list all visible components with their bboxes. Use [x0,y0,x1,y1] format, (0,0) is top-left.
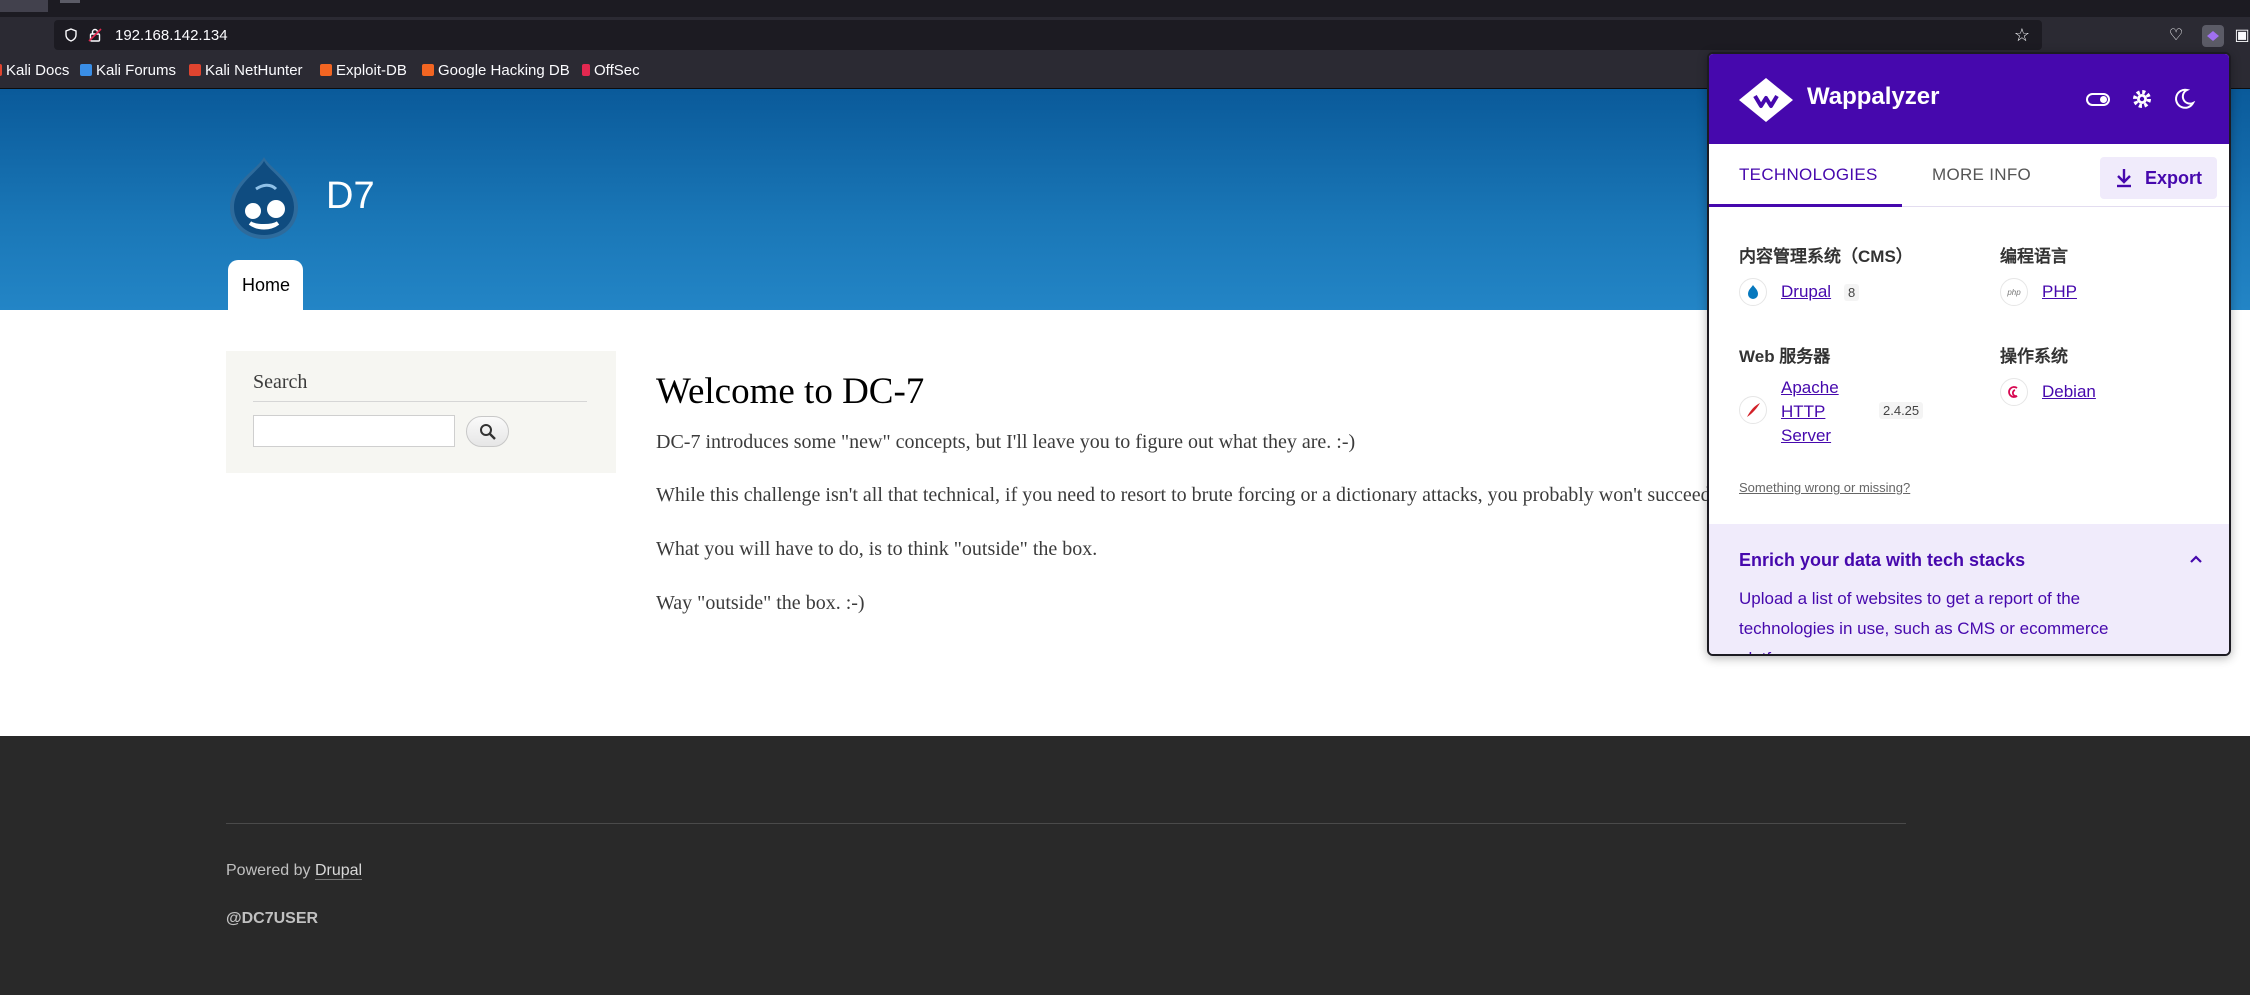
search-block-title: Search [253,371,308,393]
bookmark-star-icon[interactable]: ☆ [2014,26,2030,44]
navigation-toolbar: 192.168.142.134 ☆ ♡ ▣ [0,17,2250,54]
exploit-db-favicon [320,64,332,76]
insecure-lock-icon[interactable] [88,28,102,42]
export-button[interactable]: Export [2100,157,2217,199]
tech-apache-name[interactable]: HTTP [1781,400,1825,424]
toggle-icon[interactable] [2085,86,2111,112]
tab-technologies[interactable]: TECHNOLOGIES [1709,144,1902,207]
tech-apache-version: 2.4.25 [1879,402,1924,419]
download-icon [2117,169,2131,188]
enrich-title[interactable]: Enrich your data with tech stacks [1739,550,2025,571]
tech-drupal-version: 8 [1844,284,1860,301]
shield-icon[interactable] [64,28,78,42]
ghdb-favicon [422,64,434,76]
site-footer: Powered by Drupal @DC7USER [0,736,2250,995]
pocket-icon[interactable]: ♡ [2165,25,2187,47]
category-os-title: 操作系统 [2000,347,2068,366]
search-block: Search [226,351,616,473]
bookmark-label: Kali Forums [96,62,177,79]
bookmark-kali-forums[interactable]: Kali Forums [80,62,176,79]
bookmark-google-hacking-db[interactable]: Google Hacking DB [422,62,570,79]
wappalyzer-logo-icon [1739,78,1793,122]
debian-swirl-icon [2000,378,2028,406]
footer-user-handle: @DC7USER [226,910,319,927]
page-title: Welcome to DC-7 [656,371,925,412]
bookmark-kali-nethunter[interactable]: Kali NetHunter [189,62,303,79]
kali-nethunter-favicon [189,64,201,76]
search-icon [480,424,496,440]
wappalyzer-header: Wappalyzer [1709,54,2229,144]
drupal-logo-icon[interactable] [226,155,302,241]
tech-drupal-name[interactable]: Drupal [1781,280,1831,304]
drupal-link[interactable]: Drupal [314,862,363,880]
chevron-up-icon[interactable] [2188,551,2204,567]
powered-by: Powered by Drupal [226,862,363,880]
wappalyzer-tabs: TECHNOLOGIES MORE INFO Export [1709,144,2229,207]
enrich-panel: Enrich your data with tech stacks Upload… [1709,524,2229,654]
search-input[interactable] [253,415,455,447]
nav-home-tab[interactable]: Home [228,260,303,310]
footer-divider [226,823,1906,824]
url-bar[interactable]: 192.168.142.134 ☆ [54,20,2042,50]
offsec-favicon [582,64,590,76]
moon-icon[interactable] [2171,86,2197,112]
category-language-title: 编程语言 [2000,247,2068,266]
bookmark-label: OffSec [594,62,640,79]
site-name[interactable]: D7 [326,175,375,218]
kali-forums-favicon [80,64,92,76]
wappalyzer-extension-icon[interactable] [2202,25,2224,47]
bookmark-label: Kali NetHunter [205,62,303,79]
tech-debian-name[interactable]: Debian [2042,380,2096,404]
svg-text:php: php [2006,288,2021,297]
content-paragraph: While this challenge isn't all that tech… [656,484,1711,506]
bookmark-label: Google Hacking DB [438,62,570,79]
gear-icon[interactable] [2129,86,2155,112]
tech-apache-name[interactable]: Apache [1781,376,1839,400]
powered-by-text: Powered by [226,862,315,879]
tab-indicator [60,0,80,3]
url-text[interactable]: 192.168.142.134 [115,27,228,44]
drupal-icon [1739,278,1767,306]
wappalyzer-title: Wappalyzer [1807,83,1940,110]
content-paragraph: What you will have to do, is to think "o… [656,538,1098,560]
category-cms-title: 内容管理系统（CMS） [1739,247,1913,266]
tab-more-info-label: MORE INFO [1932,165,2032,184]
kali-docs-favicon [0,64,2,76]
bookmark-label: Kali Docs [6,62,70,79]
enrich-description: Upload a list of websites to get a repor… [1739,589,2109,654]
content-paragraph: Way "outside" the box. :-) [656,592,865,614]
nav-home-label: Home [242,275,291,295]
bookmark-exploit-db[interactable]: Exploit-DB [320,62,407,79]
tab-technologies-label: TECHNOLOGIES [1739,165,1878,184]
search-button[interactable] [466,416,509,447]
browser-tab[interactable] [0,0,48,12]
tab-strip [0,0,2250,17]
tech-php-name[interactable]: PHP [2042,280,2077,304]
bookmark-kali-docs[interactable]: Kali Docs [0,62,69,79]
category-web-server-title: Web 服务器 [1739,347,1831,366]
apache-feather-icon [1739,396,1767,424]
bookmark-label: Exploit-DB [336,62,407,79]
content-paragraph: DC-7 introduces some "new" concepts, but… [656,431,1356,453]
php-icon: php [2000,278,2028,306]
something-wrong-link[interactable]: Something wrong or missing? [1739,480,1910,495]
tech-apache-name[interactable]: Server [1781,424,1831,448]
extensions-icon[interactable]: ▣ [2234,25,2250,47]
export-label: Export [2145,168,2203,188]
wappalyzer-popup: Wappalyzer TECHNOLOGIES MORE INFO Export… [1707,52,2231,656]
bookmark-offsec[interactable]: OffSec [582,62,640,79]
divider [253,401,587,402]
